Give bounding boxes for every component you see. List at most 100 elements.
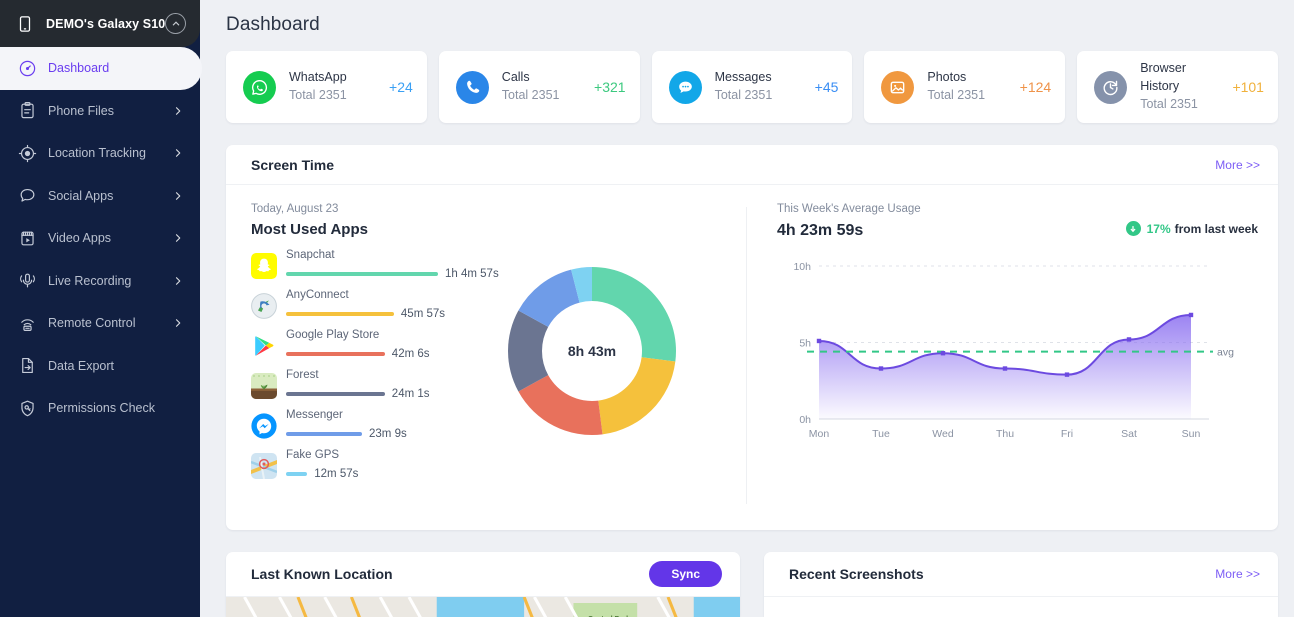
sidebar-item-dashboard[interactable]: Dashboard <box>0 47 202 90</box>
stat-card-name: Photos <box>927 70 967 85</box>
sidebar-item-live-recording[interactable]: Live Recording <box>0 260 200 303</box>
stat-card-delta: +24 <box>389 79 413 95</box>
anyconnect-icon <box>251 293 277 319</box>
app-usage-meta: Fake GPS 12m 57s <box>286 447 358 480</box>
app-duration: 42m 6s <box>391 348 430 360</box>
sidebar-item-video-apps[interactable]: Video Apps <box>0 217 200 260</box>
recent-screenshots-panel: Recent Screenshots More >> <box>764 552 1278 617</box>
sidebar-item-permissions-check[interactable]: Permissions Check <box>0 387 200 430</box>
weekly-usage-area-chart: 0h 5h 10h avg Mon Tue Wed Thu Fri Sat Sun <box>777 254 1258 459</box>
most-used-apps-section: Today, August 23 Most Used Apps Snapchat… <box>226 185 746 530</box>
x-axis-tick-label: Sat <box>1121 428 1137 440</box>
location-panel-title: Last Known Location <box>251 566 393 582</box>
chevron-right-icon <box>172 275 184 287</box>
stat-card-photos[interactable]: Photos Total 2351 +124 <box>864 51 1066 123</box>
app-usage-bar-wrap: 45m 57s <box>286 308 445 320</box>
x-axis-tick-label: Mon <box>809 428 830 440</box>
chevron-right-icon <box>172 147 184 159</box>
app-usage-bar <box>286 432 362 436</box>
y-axis-tick-label: 5h <box>799 338 811 350</box>
app-usage-bar <box>286 312 394 316</box>
stat-card-name: WhatsApp <box>289 70 347 85</box>
screenshots-panel-title: Recent Screenshots <box>789 566 924 582</box>
message-icon <box>668 70 702 104</box>
weekly-usage-value: 4h 23m 59s <box>777 222 864 239</box>
chevron-up-icon[interactable] <box>165 13 186 34</box>
bottom-panel-row: Last Known Location Sync Central Park Re… <box>226 552 1278 617</box>
sidebar-item-remote-control[interactable]: Remote Control <box>0 302 200 345</box>
stat-card-delta: +101 <box>1232 79 1264 95</box>
stat-card-name: Browser History <box>1140 61 1187 94</box>
app-usage-meta: Messenger 23m 9s <box>286 407 407 440</box>
stat-card-text: Calls Total 2351 <box>502 69 560 105</box>
screen-time-more-link[interactable]: More >> <box>1215 158 1260 172</box>
browser-history-icon <box>1094 70 1128 104</box>
y-axis-tick-label: 10h <box>793 261 811 273</box>
average-line-label: avg <box>1217 347 1234 359</box>
data-point <box>940 351 946 356</box>
map-water <box>436 597 525 617</box>
stat-card-text: WhatsApp Total 2351 <box>289 69 347 105</box>
app-duration: 45m 57s <box>400 308 446 320</box>
speedometer-icon <box>17 58 37 78</box>
sidebar-item-phone-files[interactable]: Phone Files <box>0 90 200 133</box>
sidebar-item-data-export[interactable]: Data Export <box>0 345 200 388</box>
stat-card-total: Total 2351 <box>289 88 347 102</box>
location-pin-icon <box>17 143 37 163</box>
app-usage-row[interactable]: Fake GPS 12m 57s <box>251 447 746 487</box>
app-usage-bar <box>286 352 385 356</box>
sync-button[interactable]: Sync <box>649 561 722 587</box>
app-duration: 12m 57s <box>314 468 359 480</box>
stat-card-text: Messages Total 2351 <box>715 69 773 105</box>
stat-card-name: Calls <box>501 70 530 85</box>
app-usage-bar-wrap: 24m 1s <box>286 388 430 400</box>
stat-card-row: WhatsApp Total 2351 +24 Calls Total 2351 +321… <box>226 51 1278 123</box>
device-header: DEMO's Galaxy S10 <box>0 0 200 47</box>
export-file-icon <box>17 356 37 376</box>
weekly-usage-header: This Week's Average Usage 4h 23m 59s 17%… <box>777 203 1258 240</box>
sidebar-item-label: Dashboard <box>48 61 110 76</box>
screenshots-panel-header: Recent Screenshots More >> <box>764 552 1278 597</box>
app-usage-bar-wrap: 42m 6s <box>286 348 430 360</box>
app-usage-bar <box>286 272 438 276</box>
sidebar-item-label: Permissions Check <box>48 401 155 416</box>
stat-card-total: Total 2351 <box>501 88 560 102</box>
app-usage-bar-wrap: 1h 4m 57s <box>286 268 499 280</box>
stat-card-whatsapp[interactable]: WhatsApp Total 2351 +24 <box>226 51 427 123</box>
stat-card-total: Total 2351 <box>714 88 773 102</box>
sidebar-item-social-apps[interactable]: Social Apps <box>0 175 200 218</box>
trend-percent: 17% <box>1146 221 1171 236</box>
app-usage-meta: Forest 24m 1s <box>286 367 430 400</box>
chevron-right-icon <box>172 190 184 202</box>
fake-gps-icon <box>251 453 277 479</box>
screenshots-gallery[interactable] <box>764 597 1278 617</box>
app-name: Fake GPS <box>286 449 340 461</box>
stat-card-text: Photos Total 2351 <box>927 69 985 105</box>
data-point <box>1002 366 1008 371</box>
stat-card-browser-history[interactable]: Browser History Total 2351 +101 <box>1077 51 1278 123</box>
screenshots-more-link[interactable]: More >> <box>1215 567 1260 581</box>
location-map[interactable]: Central Park <box>226 597 740 617</box>
app-usage-bar <box>286 472 308 476</box>
page-title: Dashboard <box>226 14 320 35</box>
sidebar-item-label: Video Apps <box>48 231 112 246</box>
weekly-usage-label: This Week's Average Usage <box>777 203 921 215</box>
app-usage-bar <box>286 392 385 396</box>
shield-key-icon <box>17 398 37 418</box>
photo-icon <box>881 70 915 104</box>
usage-donut-chart: 8h 43m <box>500 259 684 443</box>
app-duration: 24m 1s <box>391 388 430 400</box>
stat-card-calls[interactable]: Calls Total 2351 +321 <box>438 51 640 123</box>
sidebar-item-location-tracking[interactable]: Location Tracking <box>0 132 200 175</box>
microphone-icon <box>17 271 37 291</box>
x-axis-tick-label: Tue <box>872 428 890 440</box>
app-name: Snapchat <box>286 249 335 261</box>
google-play-icon <box>251 333 277 359</box>
messenger-icon <box>251 413 277 439</box>
app-usage-bar-wrap: 12m 57s <box>286 468 358 480</box>
data-point <box>1064 372 1070 377</box>
x-axis-tick-label: Wed <box>932 428 954 440</box>
sidebar-item-label: Location Tracking <box>48 146 146 161</box>
app-usage-meta: Google Play Store 42m 6s <box>286 327 430 360</box>
stat-card-messages[interactable]: Messages Total 2351 +45 <box>651 51 853 123</box>
